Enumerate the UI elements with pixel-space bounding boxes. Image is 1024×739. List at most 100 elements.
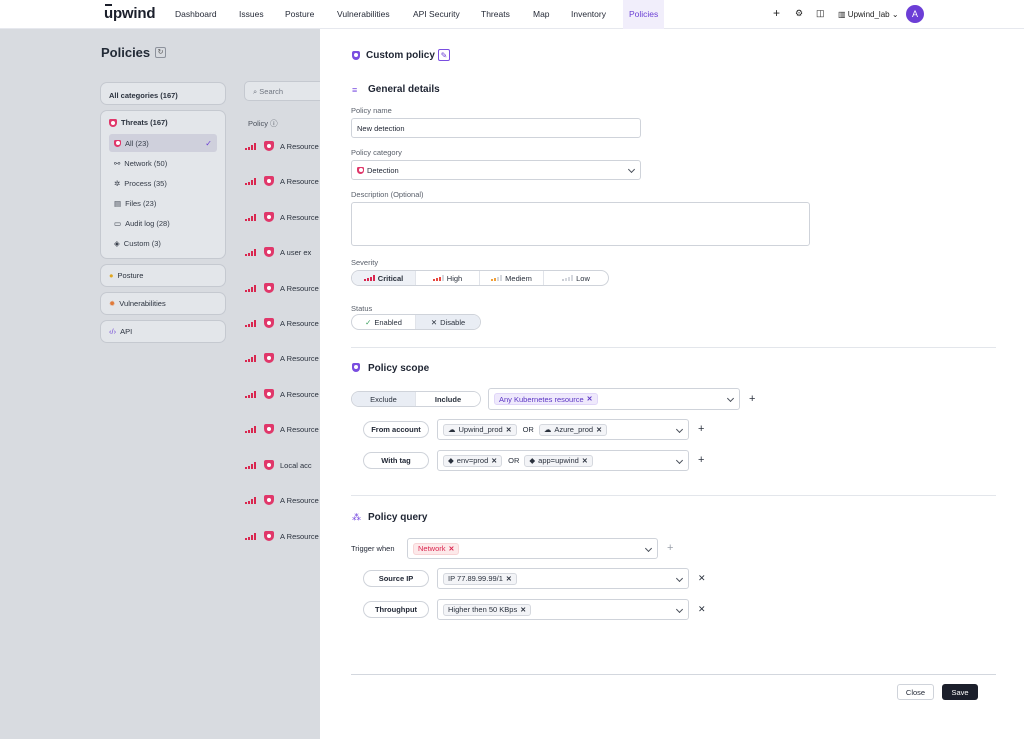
table-row[interactable]: A Resource bbox=[245, 139, 319, 153]
trigger-select[interactable]: Network ✕ bbox=[407, 538, 658, 559]
posture-icon: ● bbox=[109, 271, 114, 280]
close-button[interactable]: Close bbox=[897, 684, 934, 700]
nav-inventory[interactable]: Inventory bbox=[571, 9, 606, 19]
search-input[interactable]: ⌕ Search bbox=[244, 81, 320, 101]
resource-select[interactable]: Any Kubernetes resource ✕ bbox=[488, 388, 740, 410]
status-label: Status bbox=[351, 304, 373, 313]
throughput-button[interactable]: Throughput bbox=[363, 601, 429, 618]
remove-icon[interactable]: ✕ bbox=[520, 606, 526, 614]
refresh-icon[interactable]: ↻ bbox=[155, 47, 166, 58]
detection-shield-icon bbox=[357, 166, 364, 174]
source-ip-select[interactable]: IP 77.89.99.99/1 ✕ bbox=[437, 568, 689, 589]
save-button[interactable]: Save bbox=[942, 684, 978, 700]
remove-icon[interactable]: ✕ bbox=[587, 395, 593, 403]
nav-policies[interactable]: Policies bbox=[623, 0, 665, 29]
remove-condition-icon[interactable]: ✕ bbox=[698, 604, 706, 615]
api-category[interactable]: ‹/› API bbox=[100, 320, 226, 343]
table-row[interactable]: A Resource bbox=[245, 422, 319, 436]
source-ip-button[interactable]: Source IP bbox=[363, 570, 429, 587]
remove-icon[interactable]: ✕ bbox=[596, 426, 602, 434]
panel-toggle-icon[interactable]: ◫ bbox=[816, 8, 825, 19]
custom-policy-panel: Custom policy ✎ ≡ General details Policy… bbox=[320, 29, 1024, 739]
status-enabled[interactable]: ✓ Enabled bbox=[352, 315, 416, 329]
remove-icon[interactable]: ✕ bbox=[582, 457, 588, 465]
remove-icon[interactable]: ✕ bbox=[491, 457, 497, 465]
severity-critical-icon bbox=[245, 284, 258, 292]
add-trigger-icon[interactable]: + bbox=[667, 542, 673, 554]
add-tag-icon[interactable]: + bbox=[698, 454, 704, 466]
status-disable[interactable]: ✕ Disable bbox=[416, 315, 480, 329]
table-row[interactable]: A Resource bbox=[245, 174, 319, 188]
add-icon[interactable]: + bbox=[773, 6, 780, 20]
nav-map[interactable]: Map bbox=[533, 9, 550, 19]
table-row[interactable]: A Resource bbox=[245, 387, 319, 401]
threats-header[interactable]: Threats (167) bbox=[101, 111, 225, 134]
add-account-icon[interactable]: + bbox=[698, 423, 704, 435]
upwind-logo[interactable]: upwind bbox=[104, 4, 155, 22]
with-tag-button[interactable]: With tag bbox=[363, 452, 429, 469]
severity-medium-icon bbox=[491, 275, 503, 281]
nav-vulnerabilities[interactable]: Vulnerabilities bbox=[337, 9, 390, 19]
severity-critical-icon bbox=[363, 275, 375, 281]
include-option[interactable]: Include bbox=[416, 392, 480, 406]
remove-icon[interactable]: ✕ bbox=[506, 426, 512, 434]
sub-item-network[interactable]: ⚯ Network (50) bbox=[109, 154, 217, 172]
sub-item-audit-log[interactable]: ▭ Audit log (28) bbox=[109, 214, 217, 232]
severity-high[interactable]: High bbox=[416, 271, 480, 285]
policy-name: A Resource bbox=[280, 424, 319, 434]
severity-critical[interactable]: Critical bbox=[352, 271, 416, 285]
throughput-select[interactable]: Higher then 50 KBps ✕ bbox=[437, 599, 689, 620]
policy-name: A Resource bbox=[280, 283, 319, 293]
policy-name-input[interactable]: New detection bbox=[351, 118, 641, 138]
edit-icon[interactable]: ✎ bbox=[438, 49, 450, 61]
sub-item-all[interactable]: All (23) ✓ bbox=[109, 134, 217, 152]
posture-category[interactable]: ● Posture bbox=[100, 264, 226, 287]
nav-posture[interactable]: Posture bbox=[285, 9, 314, 19]
nav-api-security[interactable]: API Security bbox=[413, 9, 460, 19]
severity-medium[interactable]: Mediem bbox=[480, 271, 544, 285]
vulnerabilities-category[interactable]: ✹ Vulnerabilities bbox=[100, 292, 226, 315]
table-row[interactable]: A Resource bbox=[245, 351, 319, 365]
remove-condition-icon[interactable]: ✕ bbox=[698, 573, 706, 584]
policy-category-select[interactable]: Detection bbox=[351, 160, 641, 180]
sub-item-process[interactable]: ✲ Process (35) bbox=[109, 174, 217, 192]
tag-chip: ◆ app=upwind ✕ bbox=[524, 454, 593, 467]
policy-query-title: Policy query bbox=[368, 512, 428, 523]
severity-low[interactable]: Low bbox=[544, 271, 608, 285]
table-row[interactable]: A user ex bbox=[245, 245, 311, 259]
table-row[interactable]: A Resource bbox=[245, 493, 319, 507]
account-select[interactable]: ☁ Upwind_prod ✕ OR ☁ Azure_prod ✕ bbox=[437, 419, 689, 440]
table-row[interactable]: A Resource bbox=[245, 210, 319, 224]
shield-icon bbox=[264, 247, 274, 257]
threats-category: Threats (167) All (23) ✓ ⚯ Network (50) … bbox=[100, 110, 226, 259]
add-scope-icon[interactable]: + bbox=[749, 393, 755, 405]
nav-issues[interactable]: Issues bbox=[239, 9, 264, 19]
nav-threats[interactable]: Threats bbox=[481, 9, 510, 19]
policy-scope-title: Policy scope bbox=[368, 363, 430, 374]
description-textarea[interactable] bbox=[351, 202, 810, 246]
sub-item-files[interactable]: ▤ Files (23) bbox=[109, 194, 217, 212]
tag-select[interactable]: ◆ env=prod ✕ OR ◆ app=upwind ✕ bbox=[437, 450, 689, 471]
all-categories-button[interactable]: All categories (167) bbox=[100, 82, 226, 105]
remove-icon[interactable]: ✕ bbox=[449, 545, 455, 553]
chevron-down-icon bbox=[627, 165, 636, 174]
remove-icon[interactable]: ✕ bbox=[506, 575, 512, 583]
policy-name: A user ex bbox=[280, 247, 312, 257]
sub-item-custom[interactable]: ◈ Custom (3) bbox=[109, 234, 217, 252]
nav-dashboard[interactable]: Dashboard bbox=[175, 9, 217, 19]
exclude-option[interactable]: Exclude bbox=[352, 392, 416, 406]
severity-critical-icon bbox=[245, 461, 258, 469]
throughput-chip: Higher then 50 KBps ✕ bbox=[443, 603, 532, 616]
avatar[interactable]: A bbox=[906, 5, 924, 23]
table-row[interactable]: Local acc bbox=[245, 458, 312, 472]
policy-column-header[interactable]: Policy ⓘ bbox=[248, 118, 278, 129]
cloud-icon: ☁ bbox=[448, 425, 456, 434]
severity-high-icon bbox=[432, 275, 444, 281]
tenant-selector[interactable]: ▥ Upwind_lab ⌄ bbox=[838, 10, 899, 19]
info-icon: ⓘ bbox=[270, 119, 278, 128]
table-row[interactable]: A Resource bbox=[245, 529, 319, 543]
gear-icon[interactable]: ⚙ bbox=[795, 8, 803, 19]
table-row[interactable]: A Resource bbox=[245, 316, 319, 330]
table-row[interactable]: A Resource bbox=[245, 281, 319, 295]
from-account-button[interactable]: From account bbox=[363, 421, 429, 438]
